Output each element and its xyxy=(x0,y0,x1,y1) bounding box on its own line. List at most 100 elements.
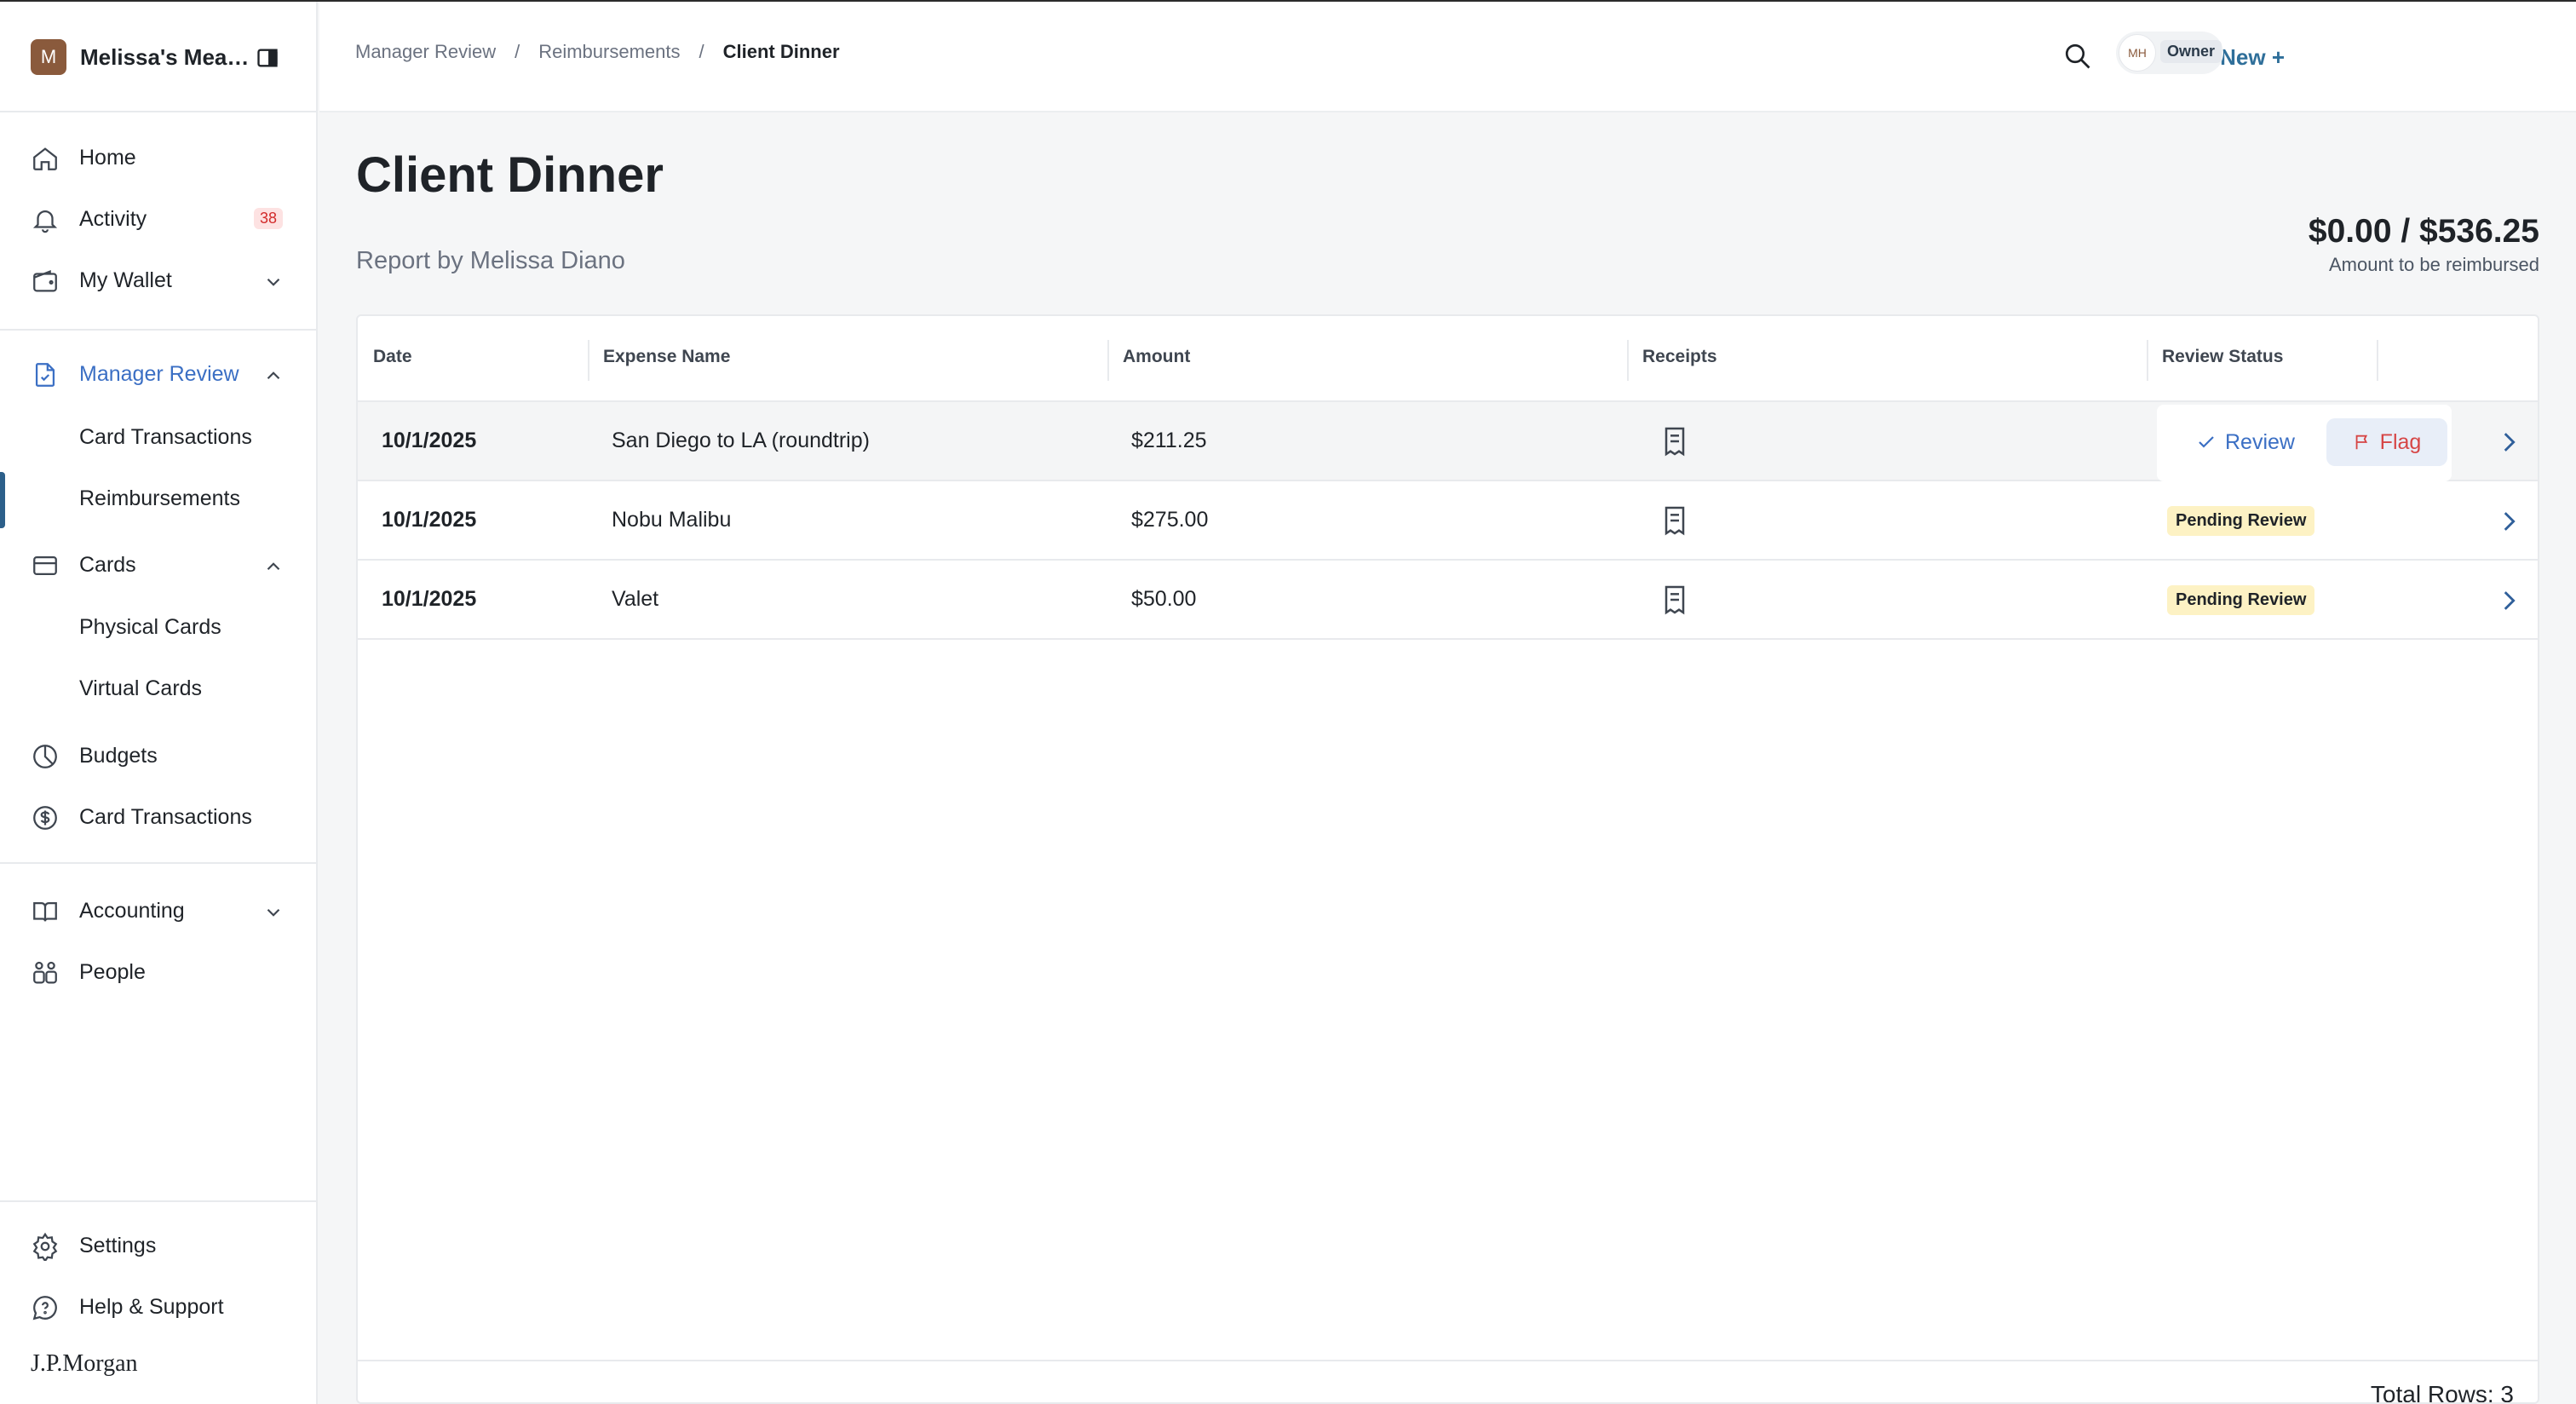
breadcrumb-manager-review[interactable]: Manager Review xyxy=(355,41,496,63)
sidebar-item-label: Manager Review xyxy=(79,361,239,386)
sidebar-item-card-transactions[interactable]: Card Transactions xyxy=(0,791,318,843)
row-expense-name: Nobu Malibu xyxy=(612,508,732,532)
column-header-date[interactable]: Date xyxy=(373,347,412,367)
sidebar-item-my-wallet[interactable]: My Wallet xyxy=(0,254,318,307)
row-amount: $50.00 xyxy=(1131,587,1197,611)
jpmorgan-logo: J.P.Morgan xyxy=(31,1350,138,1377)
breadcrumb-reimbursements[interactable]: Reimbursements xyxy=(538,41,680,63)
sidebar-item-home[interactable]: Home xyxy=(0,131,318,184)
expenses-table: Date Expense Name Amount Receipts Review… xyxy=(356,314,2539,1404)
sidebar-item-label: Home xyxy=(79,145,136,170)
column-divider xyxy=(1627,340,1629,381)
document-check-icon xyxy=(31,360,60,389)
reimbursement-summary: $0.00 / $536.25 Amount to be reimbursed xyxy=(2309,213,2539,276)
breadcrumb: Manager Review / Reimbursements / Client… xyxy=(355,41,840,63)
column-divider xyxy=(1107,340,1109,381)
breadcrumb-current: Client Dinner xyxy=(722,41,840,62)
sidebar-item-label: Help & Support xyxy=(79,1294,224,1319)
sidebar-item-label: People xyxy=(79,959,146,984)
gear-icon xyxy=(31,1232,60,1261)
status-badge: Pending Review xyxy=(2167,506,2315,536)
row-amount: $275.00 xyxy=(1131,508,1209,532)
home-icon xyxy=(31,144,60,173)
sidebar-item-label: Activity xyxy=(79,206,147,231)
sidebar-item-help-support[interactable]: Help & Support xyxy=(0,1280,318,1333)
sidebar-item-label: My Wallet xyxy=(79,268,172,292)
row-amount: $211.25 xyxy=(1131,429,1207,452)
row-date: 10/1/2025 xyxy=(382,508,477,532)
search-icon[interactable] xyxy=(2062,41,2093,72)
receipt-icon[interactable] xyxy=(1658,424,1692,458)
sidebar-item-budgets[interactable]: Budgets xyxy=(0,729,318,782)
table-footer-divider xyxy=(358,1360,2538,1361)
check-icon xyxy=(2196,432,2217,452)
column-header-expense-name[interactable]: Expense Name xyxy=(603,347,730,367)
chevron-up-icon[interactable] xyxy=(262,555,285,578)
status-badge: Pending Review xyxy=(2167,585,2315,615)
sidebar-item-physical-cards[interactable]: Physical Cards xyxy=(0,601,318,653)
sidebar-divider xyxy=(0,862,318,864)
review-button[interactable]: Review xyxy=(2186,418,2305,466)
flag-button-label: Flag xyxy=(2379,429,2422,454)
total-rows: Total Rows: 3 xyxy=(2370,1381,2514,1404)
sidebar-item-cards[interactable]: Cards xyxy=(0,538,318,591)
flag-button[interactable]: Flag xyxy=(2326,418,2447,466)
column-header-receipts[interactable]: Receipts xyxy=(1642,347,1717,367)
row-date: 10/1/2025 xyxy=(382,587,477,611)
sidebar-item-label: Physical Cards xyxy=(79,614,221,639)
sidebar-item-virtual-cards[interactable]: Virtual Cards xyxy=(0,662,318,715)
sidebar: M Melissa's Mea… Home Activity 38 My Wal… xyxy=(0,2,318,1404)
column-divider xyxy=(2377,340,2378,381)
sidebar-item-label: Reimbursements xyxy=(79,486,240,510)
chevron-down-icon[interactable] xyxy=(262,271,285,293)
receipt-icon[interactable] xyxy=(1658,583,1692,617)
column-header-review-status[interactable]: Review Status xyxy=(2162,347,2283,367)
column-header-amount[interactable]: Amount xyxy=(1123,347,1190,367)
breadcrumb-separator: / xyxy=(515,41,520,62)
table-row[interactable]: 10/1/2025 San Diego to LA (roundtrip) $2… xyxy=(358,402,2538,481)
table-row[interactable]: 10/1/2025 Valet $50.00 Pending Review xyxy=(358,561,2538,640)
org-switcher[interactable]: M Melissa's Mea… xyxy=(31,39,249,75)
pie-clock-icon xyxy=(31,742,60,771)
chevron-down-icon[interactable] xyxy=(262,901,285,924)
top-header: Manager Review / Reimbursements / Client… xyxy=(319,2,2576,112)
sidebar-item-label: Card Transactions xyxy=(79,804,252,829)
flag-icon xyxy=(2353,433,2372,452)
chevron-right-icon[interactable] xyxy=(2494,507,2523,536)
sidebar-item-card-transactions-review[interactable]: Card Transactions xyxy=(0,411,318,463)
sidebar-item-label: Settings xyxy=(79,1233,157,1257)
sidebar-divider xyxy=(0,111,318,112)
column-divider xyxy=(2147,340,2148,381)
sidebar-item-label: Card Transactions xyxy=(79,424,252,449)
receipt-icon[interactable] xyxy=(1658,503,1692,538)
sidebar-item-accounting[interactable]: Accounting xyxy=(0,884,318,937)
sidebar-item-manager-review[interactable]: Manager Review xyxy=(0,348,318,400)
sidebar-item-people[interactable]: People xyxy=(0,946,318,998)
column-divider xyxy=(588,340,589,381)
sidebar-item-reimbursements[interactable]: Reimbursements xyxy=(0,472,318,525)
sidebar-item-settings[interactable]: Settings xyxy=(0,1219,318,1272)
sidebar-item-label: Virtual Cards xyxy=(79,676,203,700)
row-expense-name: San Diego to LA (roundtrip) xyxy=(612,429,870,452)
sidebar-item-activity[interactable]: Activity 38 xyxy=(0,193,318,245)
reimbursement-amount: $0.00 / $536.25 xyxy=(2308,213,2539,250)
table-row[interactable]: 10/1/2025 Nobu Malibu $275.00 Pending Re… xyxy=(358,481,2538,561)
chevron-right-icon[interactable] xyxy=(2494,428,2523,457)
table-header: Date Expense Name Amount Receipts Review… xyxy=(358,316,2538,402)
sidebar-item-label: Budgets xyxy=(79,743,158,768)
row-expense-name: Valet xyxy=(612,587,659,611)
sidebar-item-label: Cards xyxy=(79,552,136,577)
dollar-circle-icon xyxy=(31,803,60,832)
credit-card-icon xyxy=(31,551,60,580)
sidebar-collapse-icon[interactable] xyxy=(256,46,279,70)
review-button-label: Review xyxy=(2225,429,2295,454)
wallet-icon xyxy=(31,267,60,296)
page-title: Client Dinner xyxy=(356,147,664,203)
reimbursement-caption: Amount to be reimbursed xyxy=(2328,254,2539,275)
avatar: MH xyxy=(2119,34,2156,72)
org-name: Melissa's Mea… xyxy=(80,43,250,70)
chevron-right-icon[interactable] xyxy=(2494,586,2523,615)
book-icon xyxy=(31,897,60,926)
chevron-up-icon[interactable] xyxy=(262,365,285,387)
people-icon xyxy=(31,958,60,987)
